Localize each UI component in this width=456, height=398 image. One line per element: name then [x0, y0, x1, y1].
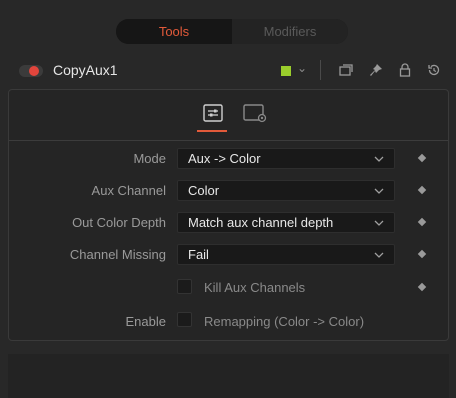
out-color-depth-select[interactable]: Match aux channel depth: [177, 212, 395, 233]
tab-tools[interactable]: Tools: [116, 19, 232, 44]
active-tab-indicator: [197, 130, 227, 132]
aux-channel-select[interactable]: Color: [177, 180, 395, 201]
mode-value: Aux -> Color: [188, 151, 261, 166]
mode-select[interactable]: Aux -> Color: [177, 148, 395, 169]
kill-aux-channels-label: Kill Aux Channels: [204, 280, 306, 295]
tool-name: CopyAux1: [53, 62, 118, 78]
aux-channel-value: Color: [188, 183, 220, 198]
lock-icon[interactable]: [397, 62, 413, 78]
controls-icon[interactable]: [203, 104, 223, 122]
chevron-down-icon: [374, 156, 384, 162]
chevron-down-icon: [374, 188, 384, 194]
enable-label: Enable: [125, 314, 166, 329]
tab-modifiers[interactable]: Modifiers: [232, 19, 348, 44]
tools-modifiers-tabs: Tools Modifiers: [116, 19, 348, 44]
chevron-down-icon: [374, 220, 384, 226]
panel-divider: [9, 140, 448, 141]
version-icon[interactable]: [338, 62, 354, 78]
reset-icon[interactable]: [426, 62, 442, 78]
channel-missing-value: Fail: [188, 247, 209, 262]
out-color-depth-value: Match aux channel depth: [188, 215, 334, 230]
out-color-depth-label: Out Color Depth: [72, 215, 166, 230]
empty-area: [8, 354, 449, 398]
header-divider: [320, 60, 321, 80]
pin-icon[interactable]: [368, 62, 384, 78]
channel-missing-select[interactable]: Fail: [177, 244, 395, 265]
channel-missing-label: Channel Missing: [69, 247, 166, 262]
mode-label: Mode: [133, 151, 166, 166]
settings-icon[interactable]: [243, 104, 269, 124]
chevron-down-icon: [374, 252, 384, 258]
toggle-dot: [29, 66, 39, 76]
aux-channel-label: Aux Channel: [91, 183, 166, 198]
chevron-down-icon[interactable]: ⌄: [297, 61, 307, 75]
enable-remapping-checkbox[interactable]: [177, 312, 192, 327]
kill-aux-channels-checkbox[interactable]: [177, 279, 192, 294]
enable-remapping-label: Remapping (Color -> Color): [204, 314, 365, 329]
color-swatch[interactable]: [281, 66, 291, 76]
